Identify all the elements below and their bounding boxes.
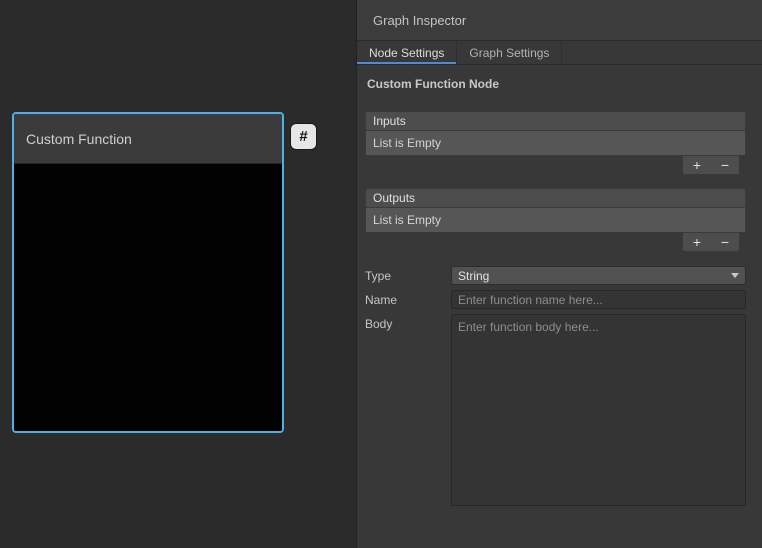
outputs-list-buttons: + − — [682, 233, 740, 252]
node-title-bar[interactable]: Custom Function — [14, 114, 282, 164]
add-input-button[interactable]: + — [683, 156, 711, 174]
inspector-title: Graph Inspector — [373, 13, 466, 28]
type-row: Type String — [365, 266, 746, 285]
minus-icon: − — [721, 158, 729, 172]
name-row: Name — [365, 290, 746, 309]
tab-node-settings[interactable]: Node Settings — [357, 41, 457, 64]
body-row: Body — [365, 314, 746, 506]
outputs-list-empty-row: List is Empty — [365, 208, 746, 233]
name-label: Name — [365, 290, 451, 307]
custom-function-node[interactable]: Custom Function — [12, 112, 284, 433]
node-preview-body — [14, 164, 282, 431]
list-empty-text: List is Empty — [373, 213, 441, 227]
outputs-list: Outputs List is Empty + − — [365, 188, 746, 252]
graph-canvas[interactable]: Custom Function # — [0, 0, 356, 548]
list-empty-text: List is Empty — [373, 136, 441, 150]
graph-inspector-panel: Graph Inspector Node Settings Graph Sett… — [356, 0, 762, 548]
add-output-button[interactable]: + — [683, 233, 711, 251]
tab-graph-settings[interactable]: Graph Settings — [457, 41, 562, 64]
function-body-textarea[interactable] — [451, 314, 746, 506]
type-dropdown-value: String — [458, 269, 489, 283]
remove-input-button[interactable]: − — [711, 156, 739, 174]
outputs-list-header: Outputs — [365, 188, 746, 208]
tab-label: Node Settings — [369, 46, 444, 60]
minus-icon: − — [721, 235, 729, 249]
type-label: Type — [365, 266, 451, 283]
inputs-list: Inputs List is Empty + − — [365, 111, 746, 175]
plus-icon: + — [693, 235, 701, 249]
outputs-list-footer: + − — [365, 233, 746, 252]
type-dropdown[interactable]: String — [451, 266, 746, 285]
inputs-list-empty-row: List is Empty — [365, 131, 746, 156]
outputs-list-title: Outputs — [373, 191, 415, 205]
inputs-list-header: Inputs — [365, 111, 746, 131]
section-title: Custom Function Node — [367, 77, 746, 91]
inputs-list-footer: + − — [365, 156, 746, 175]
inspector-content: Custom Function Node Inputs List is Empt… — [357, 65, 762, 506]
remove-output-button[interactable]: − — [711, 233, 739, 251]
body-label: Body — [365, 314, 451, 331]
node-title: Custom Function — [26, 131, 132, 147]
tab-label: Graph Settings — [469, 46, 549, 60]
node-hash-badge[interactable]: # — [291, 124, 316, 149]
chevron-down-icon — [731, 273, 739, 278]
inspector-header: Graph Inspector — [357, 0, 762, 41]
inputs-list-title: Inputs — [373, 114, 406, 128]
function-name-input[interactable] — [451, 290, 746, 309]
inspector-tabs: Node Settings Graph Settings — [357, 41, 762, 65]
plus-icon: + — [693, 158, 701, 172]
inputs-list-buttons: + − — [682, 156, 740, 175]
hash-icon: # — [299, 128, 307, 145]
